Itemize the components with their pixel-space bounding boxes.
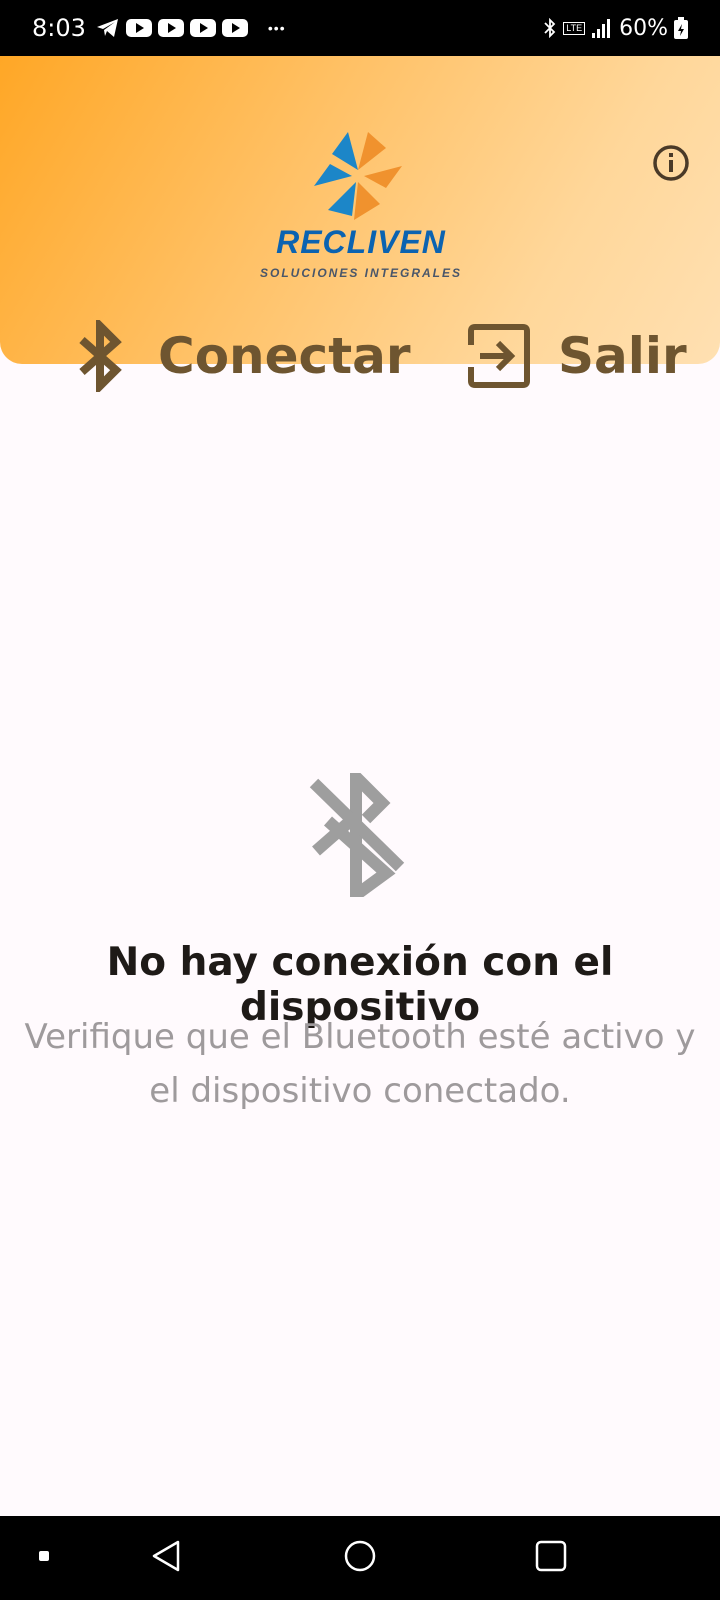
lte-icon: LTE xyxy=(563,21,586,35)
youtube-icon xyxy=(125,19,152,37)
exit-button[interactable]: Salir xyxy=(466,318,687,394)
logo-pinwheel-icon xyxy=(314,132,402,220)
back-icon[interactable] xyxy=(150,1538,182,1574)
bluetooth-disabled-icon xyxy=(309,773,405,897)
bluetooth-icon xyxy=(544,18,556,38)
logo-name: RECLIVEN xyxy=(276,224,446,260)
overview-icon[interactable] xyxy=(533,1538,569,1574)
app-header: RECLIVEN SOLUCIONES INTEGRALES Conectar … xyxy=(0,56,720,392)
info-icon[interactable] xyxy=(651,143,691,183)
home-icon[interactable] xyxy=(342,1538,378,1574)
youtube-icon xyxy=(189,19,216,37)
youtube-icon xyxy=(157,19,184,37)
more-icon: ••• xyxy=(267,20,286,36)
exit-icon xyxy=(468,324,530,388)
status-right: LTE 60% xyxy=(543,16,688,41)
battery-icon xyxy=(674,17,688,39)
telegram-icon xyxy=(96,19,118,37)
battery-percent: 60% xyxy=(619,15,668,41)
logo-tagline: SOLUCIONES INTEGRALES xyxy=(259,266,462,280)
signal-icon xyxy=(592,19,611,38)
navigation-bar xyxy=(0,1516,720,1600)
exit-label: Salir xyxy=(558,327,687,385)
recent-indicator[interactable] xyxy=(34,1546,54,1566)
status-left: 8:03 ••• xyxy=(32,14,286,42)
status-time: 8:03 xyxy=(32,14,86,42)
recliven-logo: RECLIVEN SOLUCIONES INTEGRALES xyxy=(236,126,486,286)
connect-label: Conectar xyxy=(158,327,411,385)
youtube-icon xyxy=(221,19,248,37)
status-bar: 8:03 ••• LTE 60% xyxy=(0,0,720,56)
empty-state-description: Verifique que el Bluetooth esté activo y… xyxy=(24,1017,696,1111)
bluetooth-icon xyxy=(79,320,122,392)
connect-button[interactable]: Conectar xyxy=(76,318,411,394)
